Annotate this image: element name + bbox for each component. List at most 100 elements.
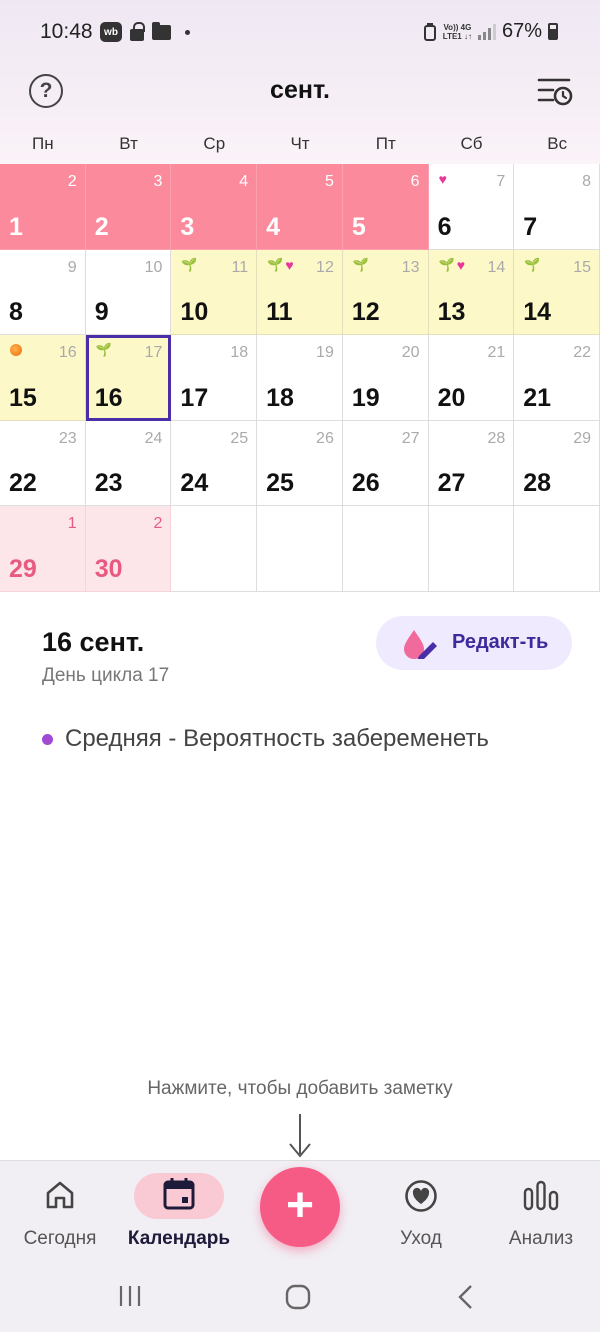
add-entry-button[interactable]: +	[260, 1167, 340, 1247]
date-number: 27	[437, 469, 466, 497]
calendar-day-26[interactable]: 27 26	[342, 420, 429, 506]
date-number: 17	[180, 383, 209, 412]
notification-dot-icon	[185, 29, 190, 35]
status-bar: 10:48 wb Vo)) 4G LTE1 ↓↑ 67%	[0, 0, 600, 64]
edit-button-label: Редакт-ть	[452, 631, 549, 653]
cycle-day-label: День цикла 17	[42, 665, 170, 686]
date-number: 29	[9, 554, 37, 583]
calendar-day-8[interactable]: 98	[0, 249, 86, 335]
nav-today-label: Сегодня	[23, 1228, 97, 1249]
date-number: 3	[180, 212, 195, 241]
date-number: 24	[180, 469, 209, 497]
date-number: 14	[523, 298, 552, 326]
calendar-day-27[interactable]: 28 27	[428, 420, 515, 506]
pregnancy-chance-info: Средняя - Вероятность забеременеть	[42, 725, 489, 753]
cycle-day-number: 18	[230, 344, 249, 361]
network-indicator: Vo)) 4G LTE1 ↓↑	[443, 23, 472, 41]
cycle-history-icon[interactable]	[537, 76, 573, 106]
cycle-day-number: 5	[324, 173, 334, 190]
calendar-empty-cell	[171, 506, 258, 592]
weekday-tue: Вт	[119, 134, 138, 153]
calendar-day-3[interactable]: 43	[171, 164, 258, 250]
arrow-down-icon	[289, 1114, 311, 1158]
battery-percent: 67%	[501, 20, 542, 42]
nav-calendar-label: Календарь	[127, 1228, 231, 1249]
day-marks: ♥	[439, 170, 447, 188]
cycle-day-number: 8	[582, 173, 591, 190]
calendar-day-4[interactable]: 54	[257, 164, 343, 250]
cycle-day-number: 25	[230, 429, 249, 447]
calendar-day-17[interactable]: 18 17	[171, 335, 258, 421]
cycle-day-number: 6	[410, 173, 420, 190]
calendar-day-20[interactable]: 21 20	[428, 335, 515, 421]
calendar-day-14[interactable]: 🌱 15 14	[514, 249, 600, 335]
date-number: 12	[351, 298, 380, 326]
calendar-day-15[interactable]: 16 15	[0, 335, 86, 421]
calendar-day-22[interactable]: 23 22	[0, 420, 86, 506]
calendar-day-5[interactable]: 65	[342, 164, 429, 250]
cycle-day-number: 9	[67, 258, 77, 276]
date-number: 5	[351, 212, 366, 241]
calendar-day-29[interactable]: 1 29	[0, 506, 86, 592]
recent-apps-icon[interactable]	[118, 1284, 142, 1308]
nav-analysis[interactable]: Анализ	[481, 1161, 600, 1263]
sprout-icon: 🌱	[352, 256, 370, 272]
calendar-day-6[interactable]: ♥ 7 6	[428, 164, 515, 250]
network-bottom-text: LTE1 ↓↑	[442, 31, 472, 41]
cycle-day-number: 7	[496, 173, 506, 190]
edit-period-button[interactable]: Редакт-ть	[376, 616, 572, 670]
cycle-day-number: 24	[144, 429, 163, 447]
calendar-day-30[interactable]: 2 30	[85, 506, 172, 592]
date-number: 15	[9, 383, 37, 412]
heart-circle-icon	[405, 1180, 437, 1212]
back-icon[interactable]	[456, 1284, 476, 1310]
calendar-day-23[interactable]: 24 23	[85, 420, 172, 506]
date-number: 30	[94, 554, 123, 583]
drop-pencil-icon	[404, 630, 437, 659]
calendar-day-19[interactable]: 20 19	[342, 335, 429, 421]
calendar-day-11[interactable]: 🌱 ♥ 12 11	[257, 249, 343, 335]
cycle-day-number: 3	[153, 173, 163, 190]
calendar-day-25[interactable]: 26 25	[257, 420, 343, 506]
add-note-hint[interactable]: Нажмите, чтобы добавить заметку	[0, 1078, 600, 1100]
calendar-day-1[interactable]: 21	[0, 164, 86, 250]
cycle-day-number: 2	[67, 173, 77, 190]
cycle-day-number: 2	[153, 515, 163, 532]
calendar-day-28[interactable]: 29 28	[514, 420, 600, 506]
cycle-day-number: 17	[144, 344, 163, 361]
date-number: 23	[94, 469, 123, 497]
date-number: 11	[266, 298, 293, 326]
home-button-icon[interactable]	[285, 1284, 311, 1310]
calendar-day-2[interactable]: 32	[85, 164, 172, 250]
calendar-day-21[interactable]: 22 21	[514, 335, 600, 421]
weekday-fri: Пт	[375, 134, 396, 153]
nav-care-label: Уход	[400, 1228, 442, 1249]
nav-today[interactable]: Сегодня	[0, 1161, 120, 1263]
sprout-icon: 🌱	[524, 256, 541, 272]
calendar-day-12[interactable]: 🌱 13 12	[342, 249, 429, 335]
cycle-day-number: 14	[487, 258, 506, 276]
calendar-day-16[interactable]: 🌱 17 16	[85, 335, 172, 421]
calendar-day-10[interactable]: 🌱 11 10	[171, 249, 258, 335]
heart-icon: ♥	[438, 171, 447, 187]
home-icon	[46, 1181, 74, 1209]
date-number: 7	[523, 212, 538, 241]
calendar-icon	[163, 1178, 195, 1210]
calendar-day-13[interactable]: 🌱 ♥ 14 13	[428, 249, 515, 335]
date-number: 4	[266, 212, 281, 241]
nav-calendar[interactable]: Календарь	[119, 1161, 239, 1263]
month-title: сент.	[270, 76, 330, 104]
date-number: 26	[351, 469, 380, 497]
calendar-day-18[interactable]: 19 18	[257, 335, 343, 421]
weekday-thu: Чт	[290, 134, 310, 153]
status-icons-right: Vo)) 4G LTE1 ↓↑ 67%	[423, 20, 558, 43]
sprout-icon: 🌱	[267, 256, 284, 272]
calendar-day-7[interactable]: 87	[514, 164, 600, 250]
nav-care[interactable]: Уход	[361, 1161, 481, 1263]
heart-icon: ♥	[456, 256, 466, 273]
purple-dot-icon	[42, 733, 53, 745]
calendar-day-24[interactable]: 25 24	[171, 420, 258, 506]
date-number: 18	[266, 383, 294, 412]
signal-icon	[477, 23, 496, 40]
calendar-day-9[interactable]: 10 9	[85, 249, 172, 335]
